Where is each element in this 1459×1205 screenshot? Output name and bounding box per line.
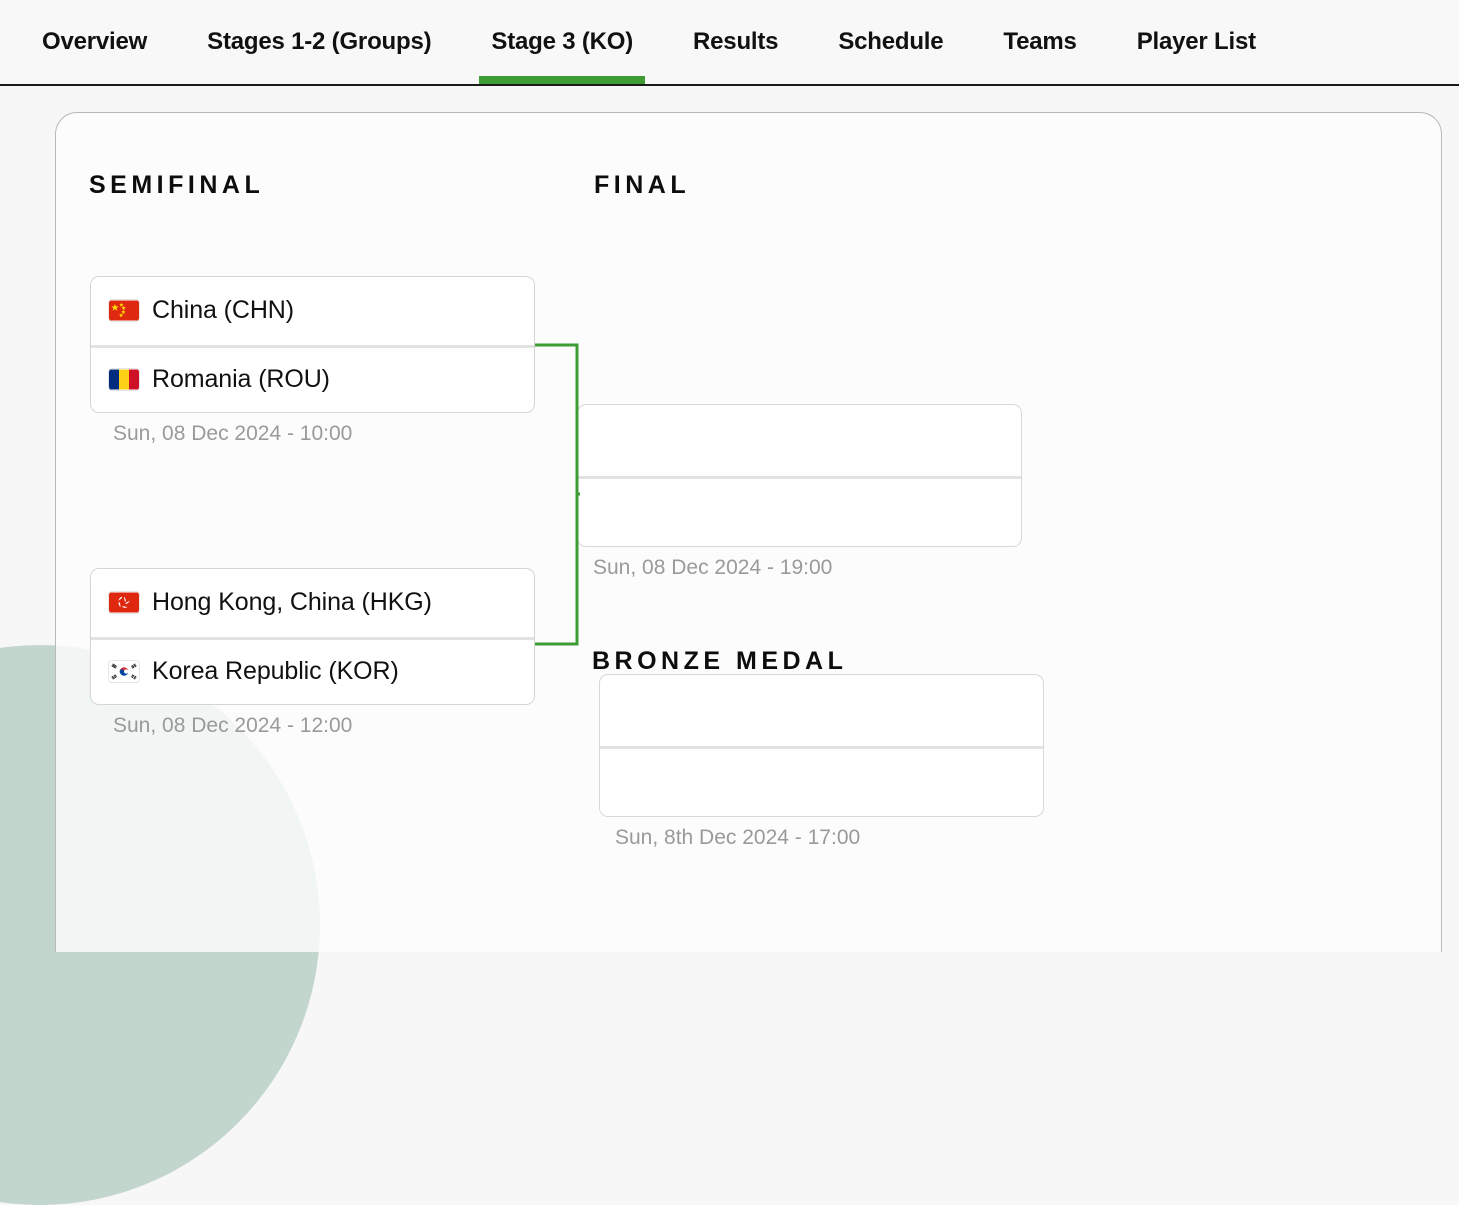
tab-schedule[interactable]: Schedule [808,0,973,84]
flag-romania-icon [109,369,139,390]
team-name: Korea Republic (KOR) [152,657,399,686]
tab-overview[interactable]: Overview [12,0,177,84]
tab-label: Results [693,28,778,56]
semifinal-column-heading: SEMIFINAL [89,171,264,200]
team-name: Romania (ROU) [152,365,330,394]
team-row[interactable] [578,476,1021,547]
match-date: Sun, 8th Dec 2024 - 17:00 [599,826,1044,850]
tab-label: Schedule [838,28,943,56]
knockout-bracket-panel: SEMIFINAL FINAL BRONZE MEDAL [55,112,1442,952]
tab-label: Player List [1137,28,1256,56]
match-date: Sun, 08 Dec 2024 - 19:00 [577,556,1022,580]
tab-label: Stages 1-2 (Groups) [207,28,431,56]
match-card[interactable] [599,674,1044,817]
flag-korea-republic-icon [109,661,139,682]
match-card[interactable] [577,404,1022,547]
final-column-heading: FINAL [594,171,690,200]
flag-china-icon [109,300,139,321]
final-match[interactable]: Sun, 08 Dec 2024 - 19:00 [577,404,1022,580]
tab-label: Overview [42,28,147,56]
tab-player-list[interactable]: Player List [1107,0,1286,84]
match-card[interactable]: Hong Kong, China (HKG) [90,568,535,705]
tab-stage-3-ko[interactable]: Stage 3 (KO) [461,0,663,84]
team-row[interactable] [600,746,1043,817]
tab-label: Stage 3 (KO) [491,28,633,56]
flag-hong-kong-icon [109,592,139,613]
semifinal-match-2[interactable]: Hong Kong, China (HKG) [90,568,535,738]
team-row[interactable] [600,675,1043,746]
match-date: Sun, 08 Dec 2024 - 12:00 [90,714,535,738]
tab-teams[interactable]: Teams [973,0,1106,84]
bronze-medal-match[interactable]: Sun, 8th Dec 2024 - 17:00 [599,674,1044,850]
bronze-medal-heading: BRONZE MEDAL [592,647,847,676]
team-name: China (CHN) [152,296,294,325]
semifinal-match-1[interactable]: China (CHN) Romania (ROU) Sun, 08 Dec 20… [90,276,535,446]
team-row[interactable] [578,405,1021,476]
team-row[interactable]: Korea Republic (KOR) [91,637,534,705]
tab-label: Teams [1003,28,1076,56]
team-row[interactable]: China (CHN) [91,277,534,345]
tab-stages-1-2-groups[interactable]: Stages 1-2 (Groups) [177,0,461,84]
team-name: Hong Kong, China (HKG) [152,588,432,617]
match-date: Sun, 08 Dec 2024 - 10:00 [90,422,535,446]
match-card[interactable]: China (CHN) Romania (ROU) [90,276,535,413]
bracket-connector [535,342,580,647]
main-tab-bar: Overview Stages 1-2 (Groups) Stage 3 (KO… [0,0,1459,86]
team-row[interactable]: Romania (ROU) [91,345,534,413]
tab-list: Overview Stages 1-2 (Groups) Stage 3 (KO… [0,0,1459,84]
tab-results[interactable]: Results [663,0,808,84]
team-row[interactable]: Hong Kong, China (HKG) [91,569,534,637]
